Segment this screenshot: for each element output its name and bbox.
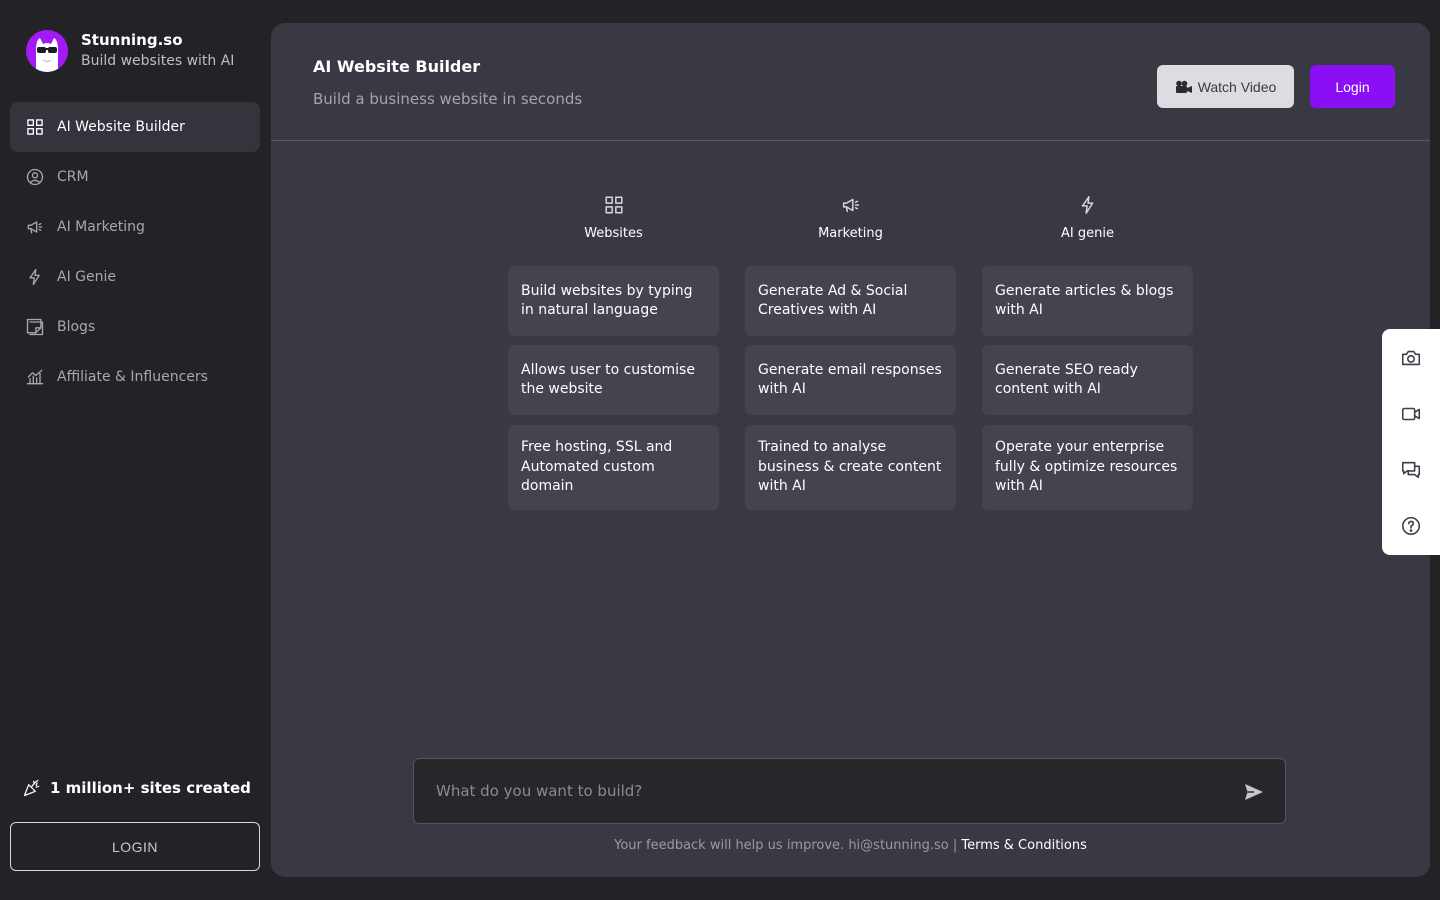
- sidebar-item-label: AI Genie: [57, 269, 116, 285]
- megaphone-icon: [24, 216, 46, 238]
- movie-camera-icon: [1175, 80, 1192, 93]
- main-panel: AI Website Builder Build a business webs…: [271, 23, 1430, 877]
- video-icon: [1401, 407, 1421, 421]
- brand-name: Stunning.so: [81, 31, 183, 49]
- send-button[interactable]: [1243, 781, 1265, 803]
- feature-card[interactable]: Trained to analyse business & create con…: [745, 425, 956, 510]
- main-header: AI Website Builder Build a business webs…: [271, 23, 1430, 141]
- sites-created-stat: 1 million+ sites created: [22, 778, 251, 798]
- feature-card[interactable]: Operate your enterprise fully & optimize…: [982, 425, 1193, 510]
- brand-tagline: Build websites with AI: [81, 53, 235, 69]
- sidebar-item-label: AI Website Builder: [57, 119, 185, 135]
- camera-icon: [1401, 350, 1421, 366]
- feature-card[interactable]: Generate Ad & Social Creatives with AI: [745, 266, 956, 336]
- watch-video-label: Watch Video: [1197, 78, 1277, 95]
- sidebar: Stunning.so Build websites with AI AI We…: [0, 0, 270, 900]
- bolt-icon: [982, 194, 1193, 218]
- sidebar-item-crm[interactable]: CRM: [10, 152, 260, 202]
- prompt-input[interactable]: [414, 759, 1214, 823]
- feature-card[interactable]: Generate SEO ready content with AI: [982, 345, 1193, 415]
- megaphone-icon: [745, 194, 956, 218]
- column-header-ai-genie: AI genie: [982, 194, 1193, 241]
- watch-video-button[interactable]: Watch Video: [1157, 65, 1294, 108]
- sites-created-text: 1 million+ sites created: [50, 779, 251, 797]
- feature-card[interactable]: Build websites by typing in natural lang…: [508, 266, 719, 336]
- column-header-marketing: Marketing: [745, 194, 956, 241]
- terms-link[interactable]: Terms & Conditions: [961, 838, 1087, 853]
- sidebar-login-button[interactable]: LOGIN: [10, 822, 260, 871]
- party-popper-icon: [23, 779, 40, 797]
- sidebar-item-label: AI Marketing: [57, 219, 145, 235]
- chat-icon: [1401, 461, 1421, 479]
- send-icon: [1245, 784, 1263, 800]
- sidebar-item-affiliate-influencers[interactable]: Affiliate & Influencers: [10, 352, 260, 402]
- prompt-box: [413, 758, 1286, 824]
- sidebar-nav: AI Website Builder CRM AI Marketing AI G…: [10, 102, 260, 402]
- help-icon: [1401, 516, 1421, 536]
- column-title: AI genie: [1061, 226, 1114, 241]
- footer: Your feedback will help us improve. hi@s…: [271, 838, 1430, 853]
- bar-chart-icon: [24, 366, 46, 388]
- sticky-note-icon: [24, 316, 46, 338]
- brand[interactable]: Stunning.so Build websites with AI: [26, 30, 234, 72]
- page-subtitle: Build a business website in seconds: [313, 90, 583, 108]
- page-title: AI Website Builder: [313, 57, 481, 76]
- user-circle-icon: [24, 166, 46, 188]
- screenshot-tool-button[interactable]: [1382, 330, 1440, 386]
- sidebar-item-label: Blogs: [57, 319, 96, 335]
- help-tool-button[interactable]: [1382, 498, 1440, 554]
- feature-card[interactable]: Generate email responses with AI: [745, 345, 956, 415]
- column-header-websites: Websites: [508, 194, 719, 241]
- sidebar-item-blogs[interactable]: Blogs: [10, 302, 260, 352]
- feature-card[interactable]: Allows user to customise the website: [508, 345, 719, 415]
- sidebar-item-ai-genie[interactable]: AI Genie: [10, 252, 260, 302]
- sidebar-item-label: CRM: [57, 169, 89, 185]
- chat-tool-button[interactable]: [1382, 442, 1440, 498]
- video-tool-button[interactable]: [1382, 386, 1440, 442]
- sidebar-item-label: Affiliate & Influencers: [57, 369, 208, 385]
- sidebar-item-ai-marketing[interactable]: AI Marketing: [10, 202, 260, 252]
- feature-card[interactable]: Generate articles & blogs with AI: [982, 266, 1193, 336]
- header-login-button[interactable]: Login: [1310, 65, 1395, 108]
- feature-card[interactable]: Free hosting, SSL and Automated custom d…: [508, 425, 719, 510]
- brand-logo-icon: [26, 30, 68, 72]
- column-title: Marketing: [818, 226, 883, 241]
- sidebar-item-ai-website-builder[interactable]: AI Website Builder: [10, 102, 260, 152]
- column-title: Websites: [584, 226, 643, 241]
- feedback-toolbar: [1382, 329, 1440, 555]
- feedback-text: Your feedback will help us improve. hi@s…: [614, 838, 958, 853]
- bolt-icon: [24, 266, 46, 288]
- grid-icon: [24, 116, 46, 138]
- grid-icon: [508, 194, 719, 218]
